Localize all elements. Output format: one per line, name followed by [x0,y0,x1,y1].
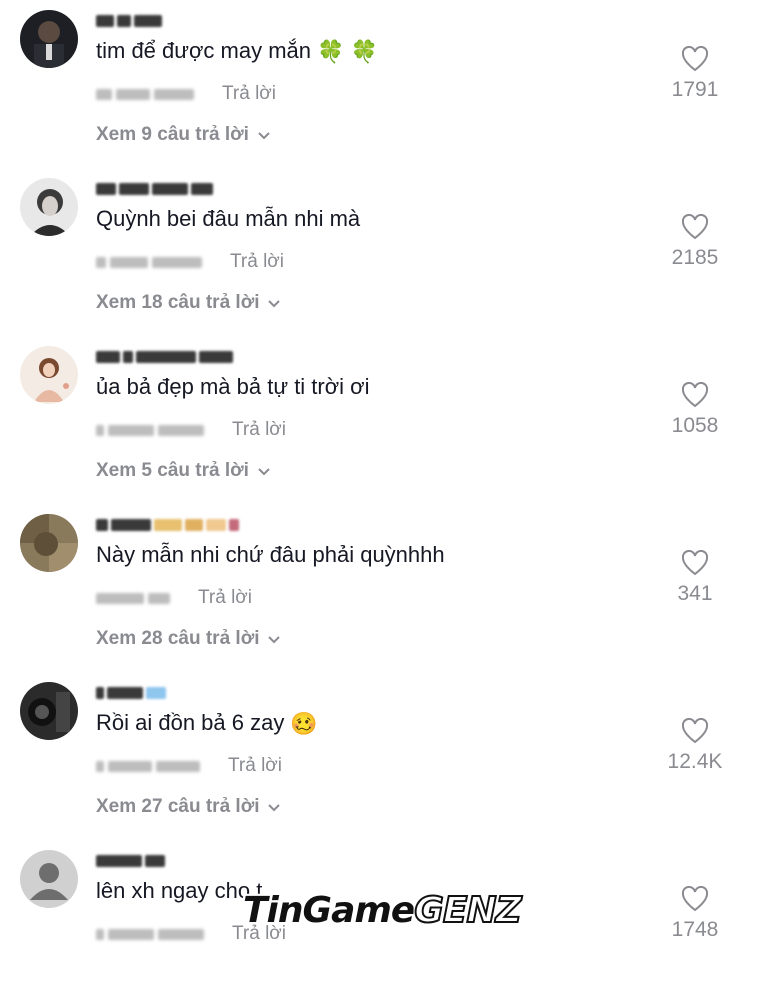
heart-icon[interactable] [681,46,709,72]
comment-text: Quỳnh bei đâu mẫn nhi mà [96,206,361,231]
comment-meta: Trả lời [96,586,252,610]
reply-button[interactable]: Trả lời [230,251,284,273]
heart-icon[interactable] [681,214,709,240]
chevron-down-icon [268,804,281,812]
comment-text: tim để được may mắn 🍀 🍀 [96,38,378,65]
comment-meta: Trả lời [96,250,284,274]
heart-icon[interactable] [681,886,709,912]
reply-button[interactable]: Trả lời [232,419,286,441]
chevron-down-icon [258,468,270,476]
avatar[interactable] [20,346,78,404]
like-count: 1748 [671,918,719,941]
like-count: 1791 [671,78,719,101]
like-column: 1791 [640,46,750,102]
chevron-down-icon [268,300,281,308]
comment-text: Này mẫn nhi chứ đâu phải quỳnhhh [96,542,445,567]
comment-text: Rồi ai đồn bả 6 zay 🥴 [96,710,318,737]
username-blurred[interactable] [96,854,165,868]
username-blurred[interactable] [96,350,233,364]
comment-item: Này mẫn nhi chứ đâu phải quỳnhhh Trả lời… [0,504,759,672]
avatar[interactable] [20,682,78,740]
comment-text: ủa bả đẹp mà bả tự ti trời ơi [96,374,370,399]
avatar[interactable] [20,850,78,908]
comment-meta: Trả lời [96,754,282,778]
like-column: 1058 [640,382,750,438]
username-blurred[interactable] [96,182,213,196]
default-avatar-icon [20,850,78,908]
reply-button[interactable]: Trả lời [198,587,252,609]
comment-item: tim để được may mắn 🍀 🍀 Trả lời Xem 9 câu… [0,0,759,168]
blurred-date [96,424,204,436]
avatar[interactable] [20,178,78,236]
like-count: 12.4K [667,750,723,773]
comment-meta: Trả lời [96,82,276,106]
view-replies-button[interactable]: Xem 18 câu trả lời [96,292,281,314]
blurred-date [96,256,202,268]
watermark-logo: TinGameGENZ [243,889,523,932]
blurred-date [96,592,170,604]
heart-icon[interactable] [681,382,709,408]
avatar[interactable] [20,514,78,572]
woozy-face-emoji-icon: 🥴 [290,711,318,737]
reply-button[interactable]: Trả lời [228,755,282,777]
heart-icon[interactable] [681,718,709,744]
view-replies-button[interactable]: Xem 9 câu trả lời [96,124,271,146]
comment-item: Rồi ai đồn bả 6 zay 🥴 Trả lời Xem 27 câu … [0,672,759,840]
like-count: 341 [677,582,713,605]
blurred-date [96,88,194,100]
chevron-down-icon [258,132,270,140]
avatar[interactable] [20,10,78,68]
heart-icon[interactable] [681,550,709,576]
comment-item: Quỳnh bei đâu mẫn nhi mà Trả lời Xem 18 … [0,168,759,336]
like-count: 2185 [671,246,719,269]
like-column: 1748 [640,886,750,942]
blurred-date [96,760,200,772]
username-blurred[interactable] [96,14,162,28]
comment-item: ủa bả đẹp mà bả tự ti trời ơi Trả lời Xe… [0,336,759,504]
like-count: 1058 [671,414,719,437]
username-blurred[interactable] [96,518,239,532]
like-column: 341 [640,550,750,606]
comment-text: lên xh ngay cho t [96,878,263,903]
blurred-date [96,928,204,940]
chevron-down-icon [268,636,281,644]
username-blurred[interactable] [96,686,166,700]
like-column: 2185 [640,214,750,270]
like-column: 12.4K [640,718,750,774]
clover-emoji-icon: 🍀 🍀 [317,39,378,65]
view-replies-button[interactable]: Xem 27 câu trả lời [96,796,281,818]
reply-button[interactable]: Trả lời [222,83,276,105]
view-replies-button[interactable]: Xem 28 câu trả lời [96,628,281,650]
comment-meta: Trả lời [96,418,286,442]
view-replies-button[interactable]: Xem 5 câu trả lời [96,460,271,482]
